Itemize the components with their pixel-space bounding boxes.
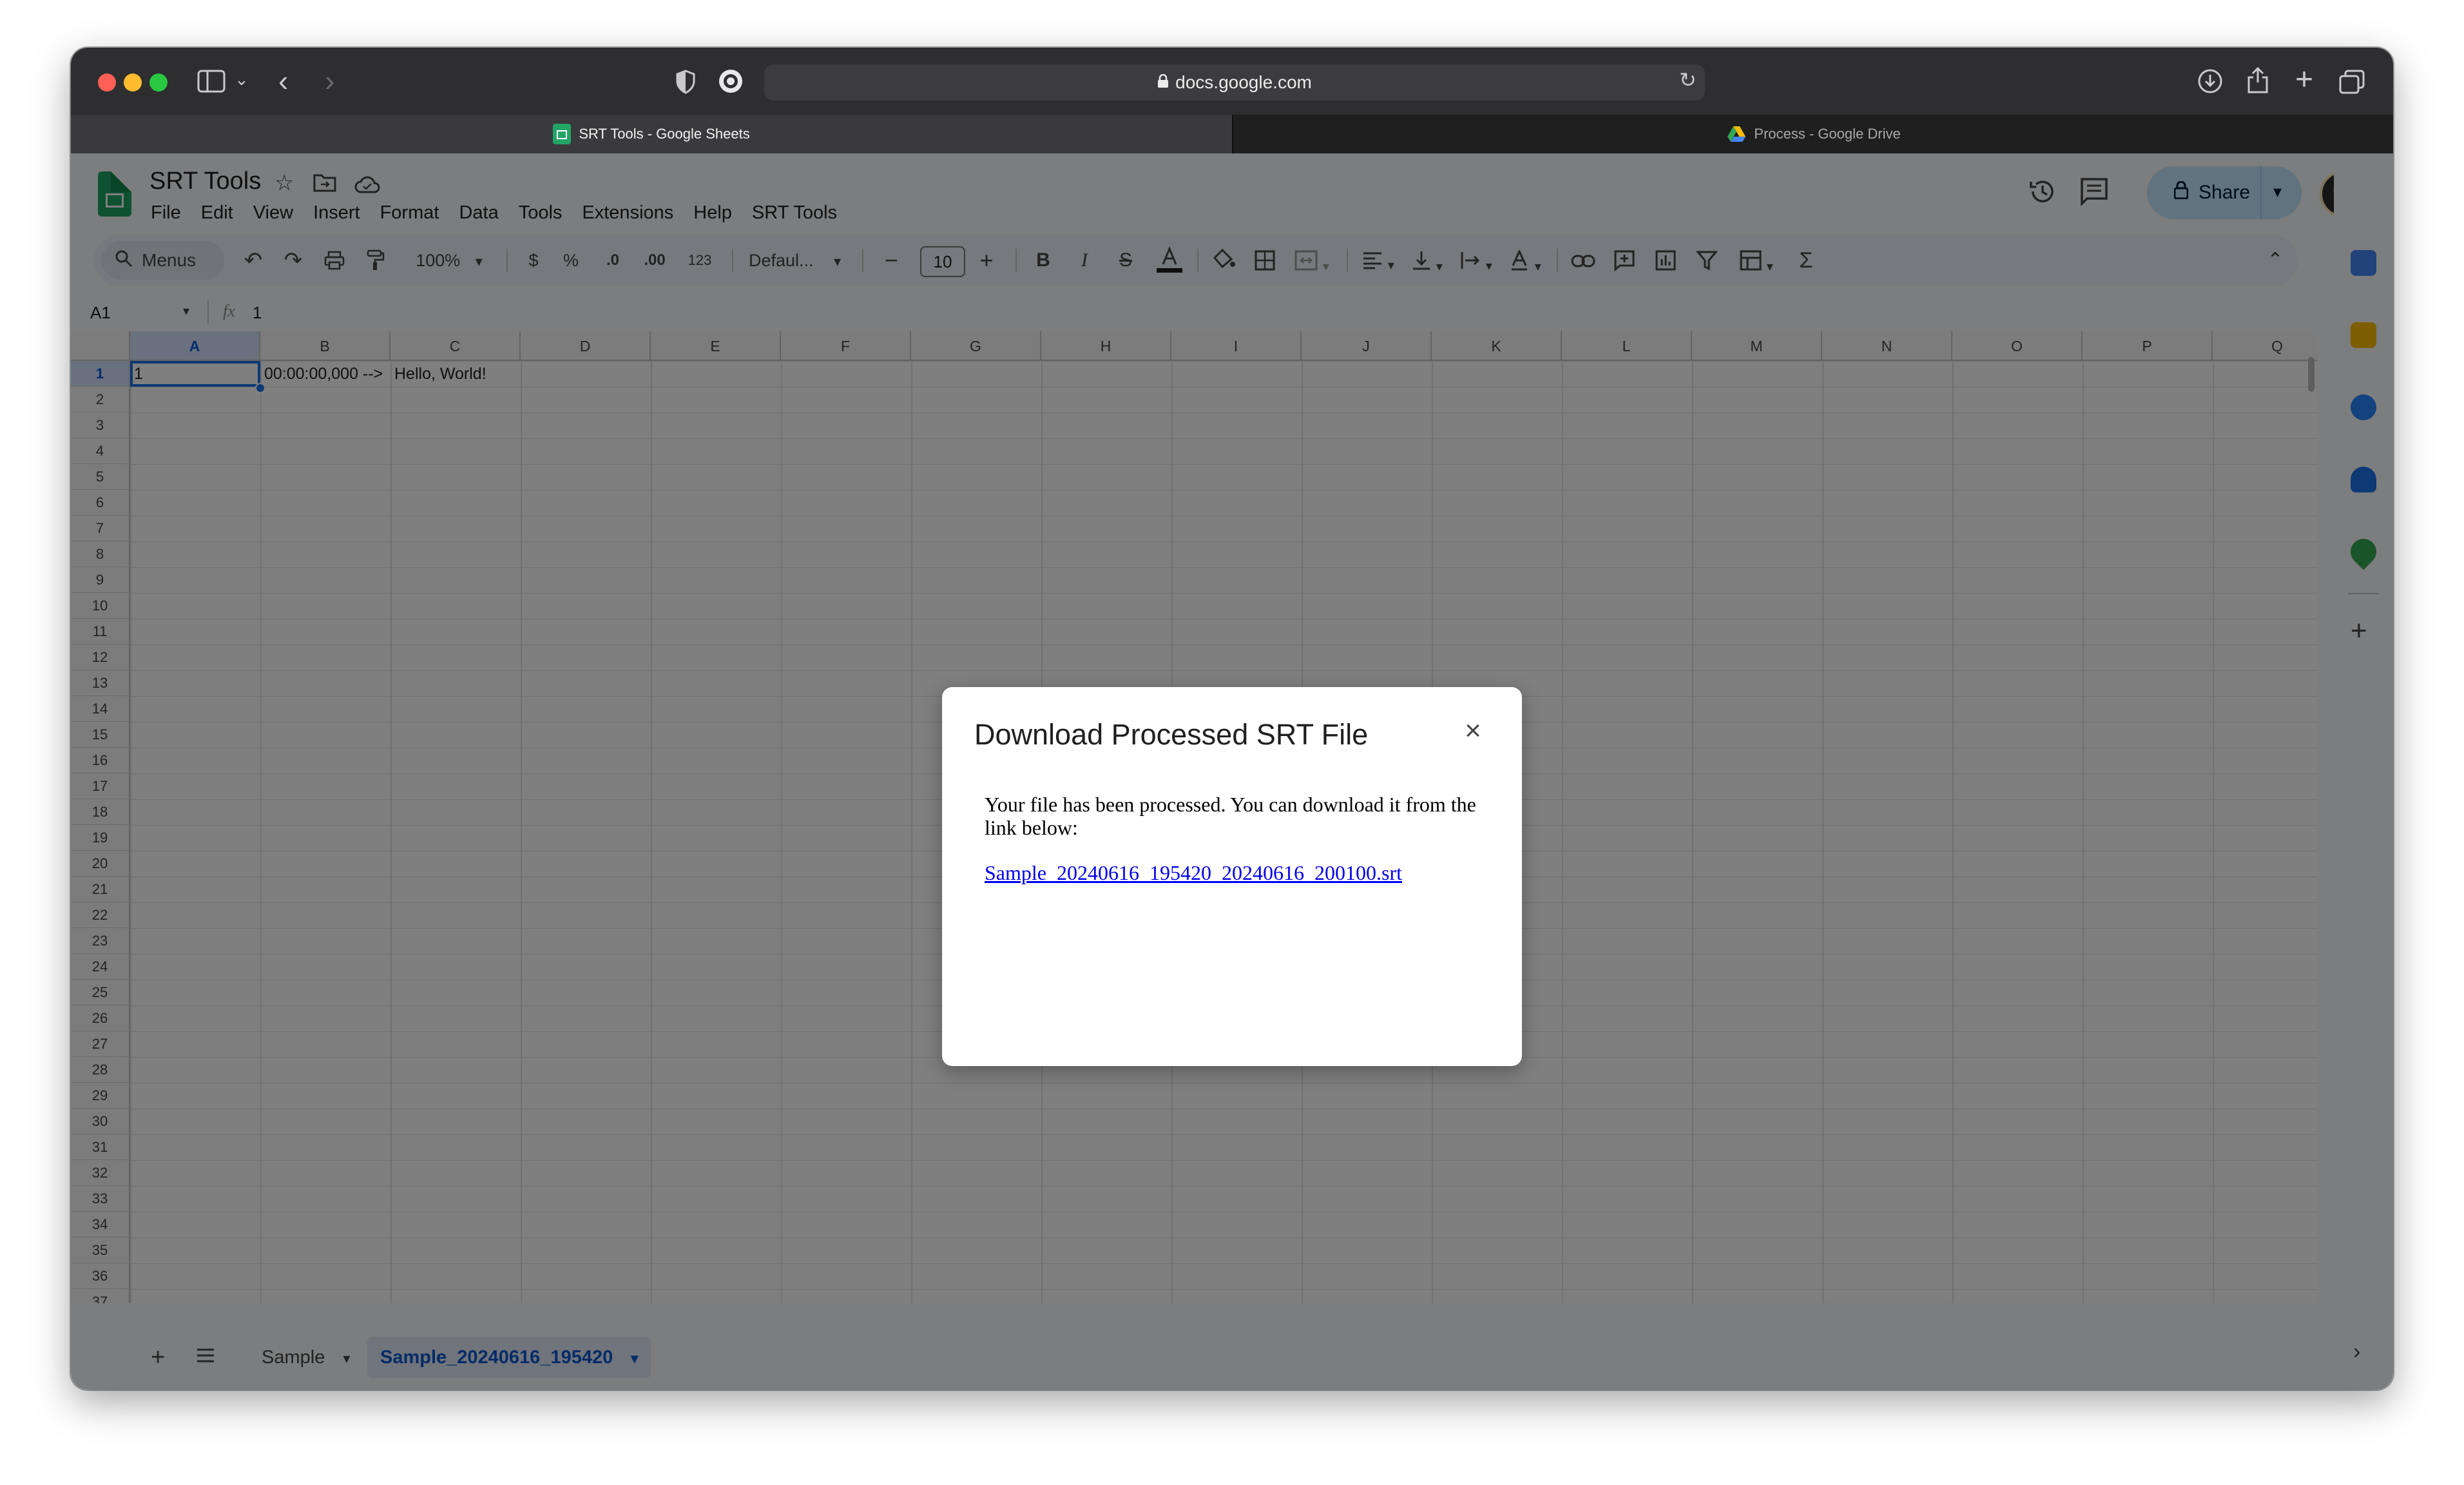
modal-backdrop[interactable]: Download Processed SRT File × Your file …: [71, 153, 2393, 1390]
minimize-window-button[interactable]: [124, 73, 142, 92]
new-tab-icon[interactable]: +: [2295, 64, 2313, 95]
shield-icon[interactable]: [675, 70, 696, 94]
browser-tab-drive[interactable]: Process - Google Drive: [1232, 115, 2393, 153]
drive-favicon-icon: [1728, 126, 1746, 142]
browser-tab-sheets[interactable]: SRT Tools - Google Sheets: [71, 115, 1232, 153]
dialog-title: Download Processed SRT File: [974, 718, 1369, 751]
url-text: docs.google.com: [1175, 72, 1312, 92]
extension-icon[interactable]: [718, 68, 744, 94]
address-bar[interactable]: docs.google.com: [764, 64, 1705, 101]
lock-icon: [1157, 72, 1169, 93]
share-page-icon[interactable]: [2246, 66, 2269, 94]
close-icon[interactable]: ×: [1455, 713, 1491, 749]
chevron-down-icon[interactable]: ⌄: [235, 71, 249, 88]
browser-toolbar: ⌄ ‹ › docs.google.com ↻ +: [71, 48, 2393, 115]
close-window-button[interactable]: [98, 73, 116, 92]
tab-title: Process - Google Drive: [1754, 126, 1901, 142]
dialog-message: Your file has been processed. You can do…: [985, 793, 1476, 839]
sidebar-toggle-icon[interactable]: [197, 70, 226, 93]
sheets-favicon-icon: [553, 124, 572, 144]
maximize-window-button[interactable]: [149, 73, 168, 92]
download-dialog: Download Processed SRT File × Your file …: [942, 687, 1522, 1066]
tab-title: SRT Tools - Google Sheets: [579, 126, 750, 142]
forward-icon[interactable]: ›: [325, 66, 334, 95]
browser-window: ⌄ ‹ › docs.google.com ↻ + SRT Tools - Go…: [71, 48, 2393, 1390]
tab-overview-icon[interactable]: [2339, 70, 2365, 94]
back-icon[interactable]: ‹: [278, 66, 288, 95]
browser-tab-bar: SRT Tools - Google Sheets Process - Goog…: [71, 115, 2393, 153]
downloads-icon[interactable]: [2197, 68, 2223, 94]
download-link[interactable]: Sample_20240616_195420_20240616_200100.s…: [985, 861, 1402, 885]
reload-icon[interactable]: ↻: [1679, 70, 1697, 90]
